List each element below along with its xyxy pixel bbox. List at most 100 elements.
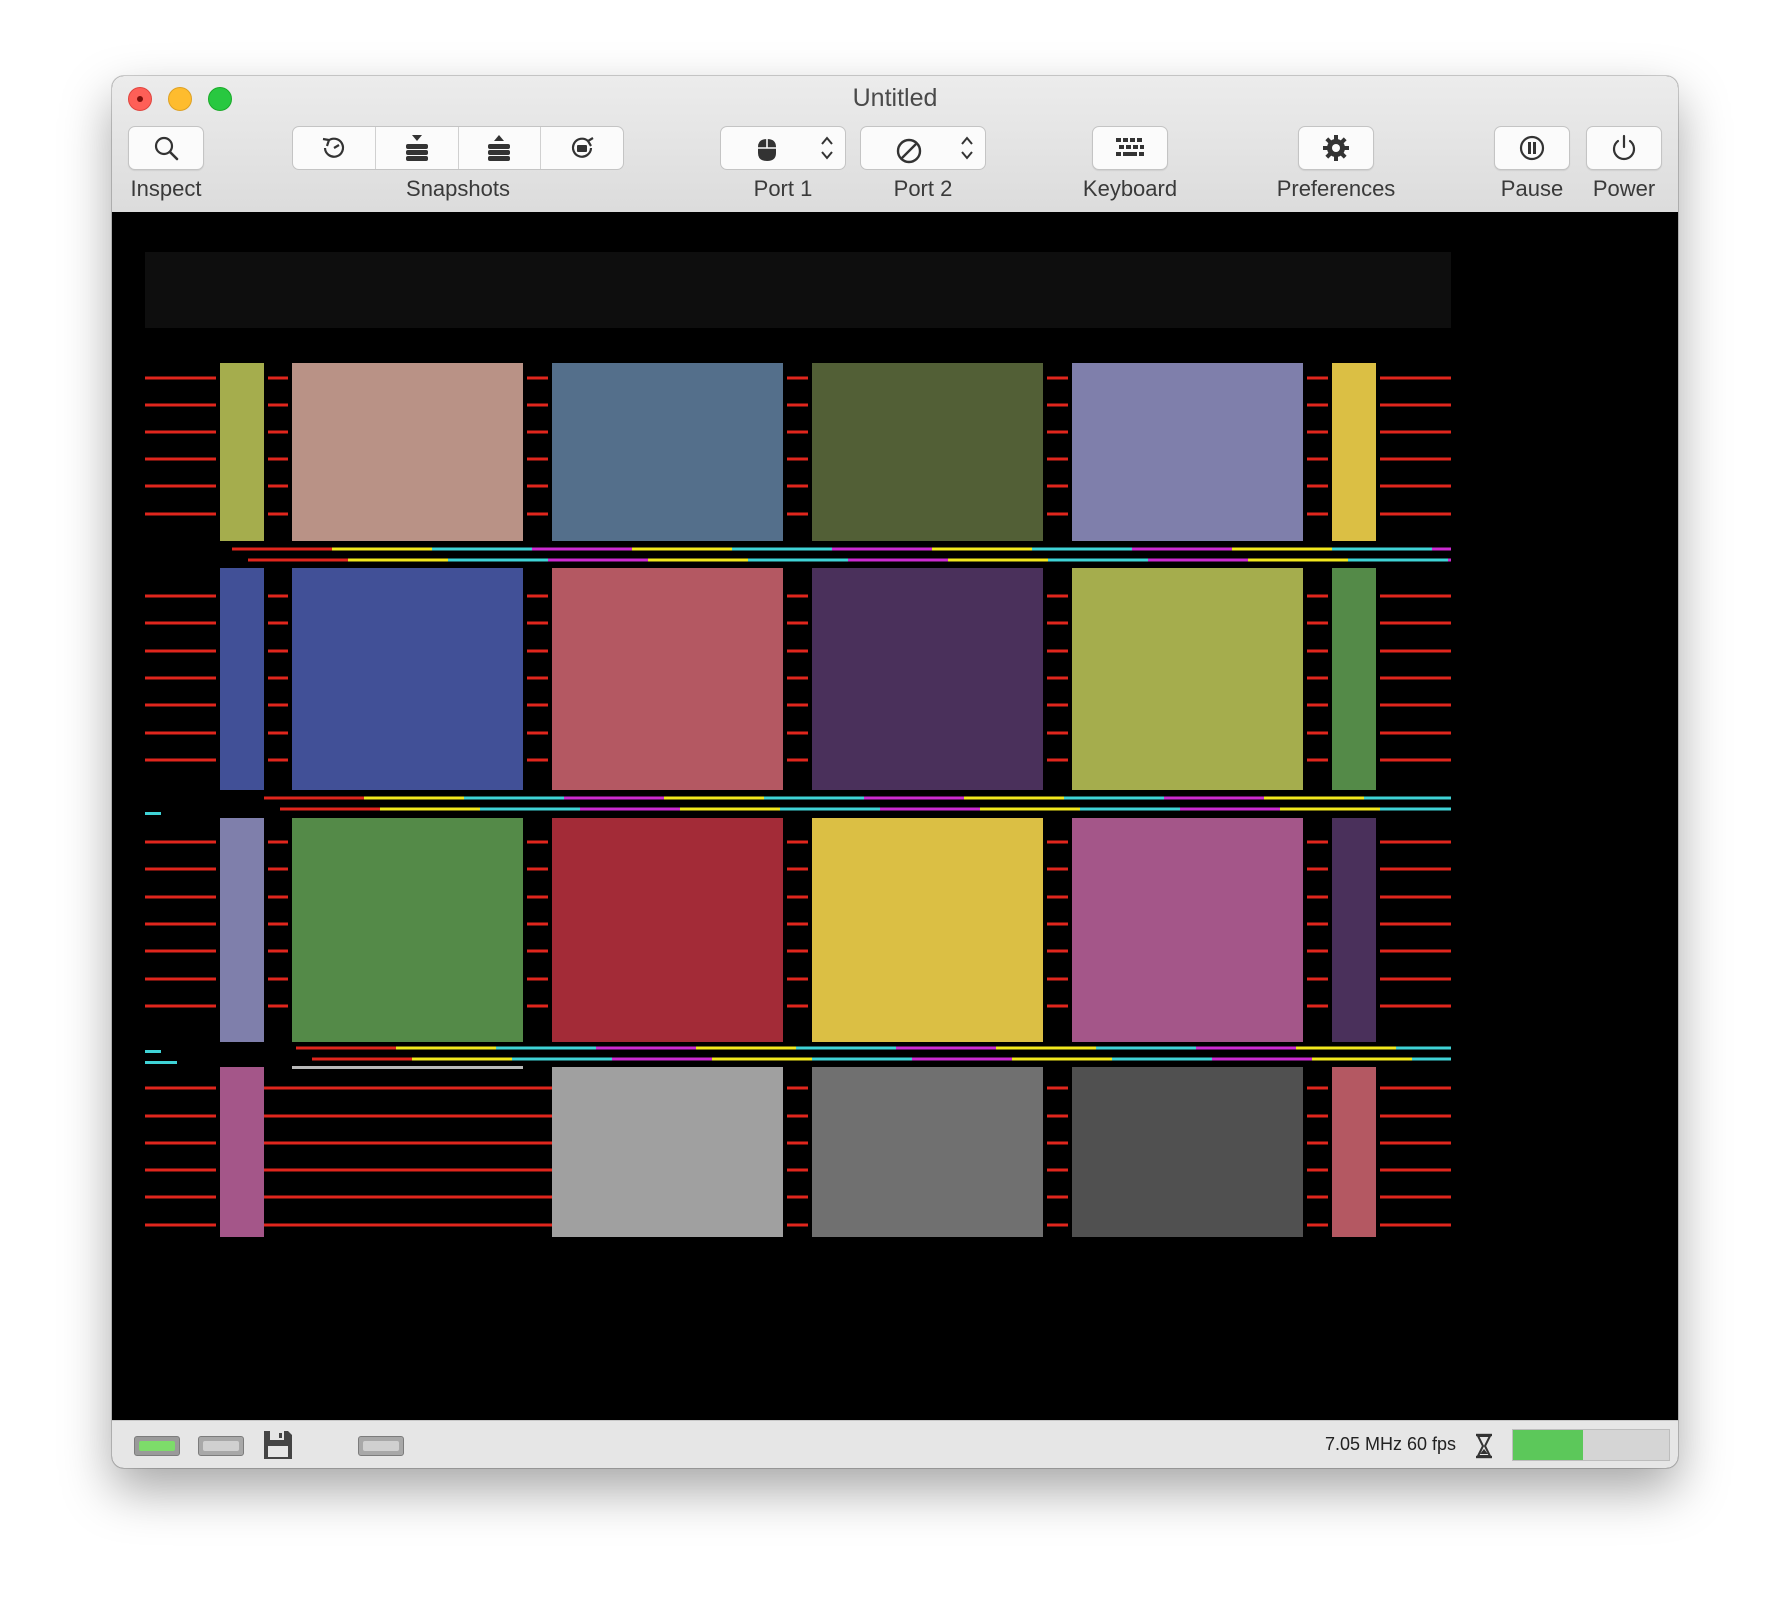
window-title: Untitled bbox=[852, 84, 938, 112]
cartridge-icon[interactable] bbox=[358, 1436, 404, 1456]
accent-bar bbox=[1380, 807, 1451, 811]
palette-block bbox=[220, 363, 264, 541]
accent-bar bbox=[480, 807, 580, 811]
power-icon bbox=[1612, 134, 1636, 161]
port1-label: Port 1 bbox=[753, 176, 813, 201]
palette-block bbox=[552, 568, 783, 790]
palette-block bbox=[1332, 363, 1376, 541]
port1-selector[interactable] bbox=[720, 126, 846, 170]
take-snapshot-button[interactable] bbox=[293, 127, 376, 169]
palette-block bbox=[812, 1067, 1043, 1237]
accent-bar bbox=[1232, 547, 1332, 551]
keyboard-label: Keyboard bbox=[1082, 176, 1178, 201]
accent-bar bbox=[1448, 558, 1451, 562]
accent-bar bbox=[764, 796, 864, 800]
toolbar: Untitled Inspect Snapshots Port 1 Port 2… bbox=[112, 76, 1678, 213]
accent-bar bbox=[832, 547, 932, 551]
app-window: Untitled Inspect Snapshots Port 1 Port 2… bbox=[112, 76, 1678, 1468]
pause-button[interactable] bbox=[1494, 126, 1570, 170]
disk-drive-icon[interactable] bbox=[198, 1436, 244, 1456]
accent-bar bbox=[264, 796, 364, 800]
save-snapshot-button[interactable] bbox=[376, 127, 459, 169]
rotate-folder-icon bbox=[572, 137, 594, 158]
accent-bar bbox=[1348, 558, 1448, 562]
emulator-screen[interactable] bbox=[112, 212, 1678, 1420]
raster-line bbox=[264, 1223, 552, 1227]
palette-block bbox=[292, 363, 523, 541]
accent-bar bbox=[564, 796, 664, 800]
port2-label: Port 2 bbox=[893, 176, 953, 201]
accent-bar bbox=[1080, 807, 1180, 811]
gear-icon bbox=[1323, 135, 1349, 161]
accent-bar bbox=[1296, 1046, 1396, 1050]
hourglass-icon[interactable] bbox=[1474, 1433, 1494, 1459]
port2-selector[interactable] bbox=[860, 126, 986, 170]
accent-bar bbox=[1064, 796, 1164, 800]
restore-snapshot-button[interactable] bbox=[459, 127, 542, 169]
accent-bar bbox=[996, 1046, 1096, 1050]
power-label: Power bbox=[1592, 176, 1656, 201]
emulator-display bbox=[145, 252, 1451, 1243]
palette-block bbox=[1072, 568, 1303, 790]
accent-bar bbox=[912, 1057, 1012, 1061]
palette-block bbox=[812, 568, 1043, 790]
accent-bar bbox=[1096, 1046, 1196, 1050]
keyboard-button[interactable] bbox=[1092, 126, 1168, 170]
floppy-disk-icon[interactable] bbox=[262, 1429, 294, 1461]
accent-bar bbox=[696, 1046, 796, 1050]
accent-bar bbox=[880, 807, 980, 811]
accent-bar bbox=[448, 558, 548, 562]
accent-bar bbox=[1396, 1046, 1451, 1050]
speed-readout: 7.05 MHz 60 fps bbox=[1324, 1434, 1456, 1454]
accent-bar bbox=[596, 1046, 696, 1050]
accent-bar bbox=[1264, 796, 1364, 800]
accent-bar bbox=[512, 1057, 612, 1061]
no-device-icon bbox=[896, 138, 922, 164]
accent-bar bbox=[1312, 1057, 1412, 1061]
mouse-icon bbox=[758, 139, 776, 161]
small-mark bbox=[145, 1050, 161, 1053]
raster-line bbox=[264, 1195, 552, 1199]
accent-bar bbox=[812, 1057, 912, 1061]
palette-block bbox=[220, 1067, 264, 1237]
accent-bar bbox=[732, 547, 832, 551]
grey-line bbox=[292, 1066, 523, 1069]
chevron-updown-icon bbox=[821, 136, 833, 160]
power-button[interactable] bbox=[1586, 126, 1662, 170]
inspect-label: Inspect bbox=[130, 176, 202, 201]
snapshots-control bbox=[292, 126, 624, 170]
accent-bar bbox=[1148, 558, 1248, 562]
accent-bar bbox=[712, 1057, 812, 1061]
accent-bar bbox=[412, 1057, 512, 1061]
raster-line bbox=[264, 1086, 552, 1090]
palette-block bbox=[812, 818, 1043, 1042]
accent-bar bbox=[1112, 1057, 1212, 1061]
disk-drive-led-icon[interactable] bbox=[134, 1436, 180, 1456]
accent-bar bbox=[648, 558, 748, 562]
accent-bar bbox=[664, 796, 764, 800]
snapshots-label: Snapshots bbox=[406, 176, 510, 201]
accent-bar bbox=[496, 1046, 596, 1050]
accent-bar bbox=[964, 796, 1064, 800]
preferences-button[interactable] bbox=[1298, 126, 1374, 170]
accent-bar bbox=[1132, 547, 1232, 551]
small-mark bbox=[145, 812, 161, 815]
accent-bar bbox=[548, 558, 648, 562]
stack-up-icon bbox=[488, 135, 511, 161]
palette-block bbox=[552, 818, 783, 1042]
accent-bar bbox=[848, 558, 948, 562]
accent-bar bbox=[864, 796, 964, 800]
inspect-button[interactable] bbox=[128, 126, 204, 170]
palette-block bbox=[1072, 1067, 1303, 1237]
palette-block bbox=[1072, 363, 1303, 541]
keyboard-icon bbox=[1116, 138, 1144, 156]
statusbar: 7.05 MHz 60 fps bbox=[112, 1420, 1678, 1468]
palette-block bbox=[1332, 1067, 1376, 1237]
palette-block bbox=[220, 818, 264, 1042]
left-margin bbox=[145, 818, 220, 1042]
browse-snapshots-button[interactable] bbox=[541, 127, 623, 169]
accent-bar bbox=[580, 807, 680, 811]
accent-bar bbox=[948, 558, 1048, 562]
accent-bar bbox=[1180, 807, 1280, 811]
pause-icon bbox=[1519, 135, 1545, 161]
